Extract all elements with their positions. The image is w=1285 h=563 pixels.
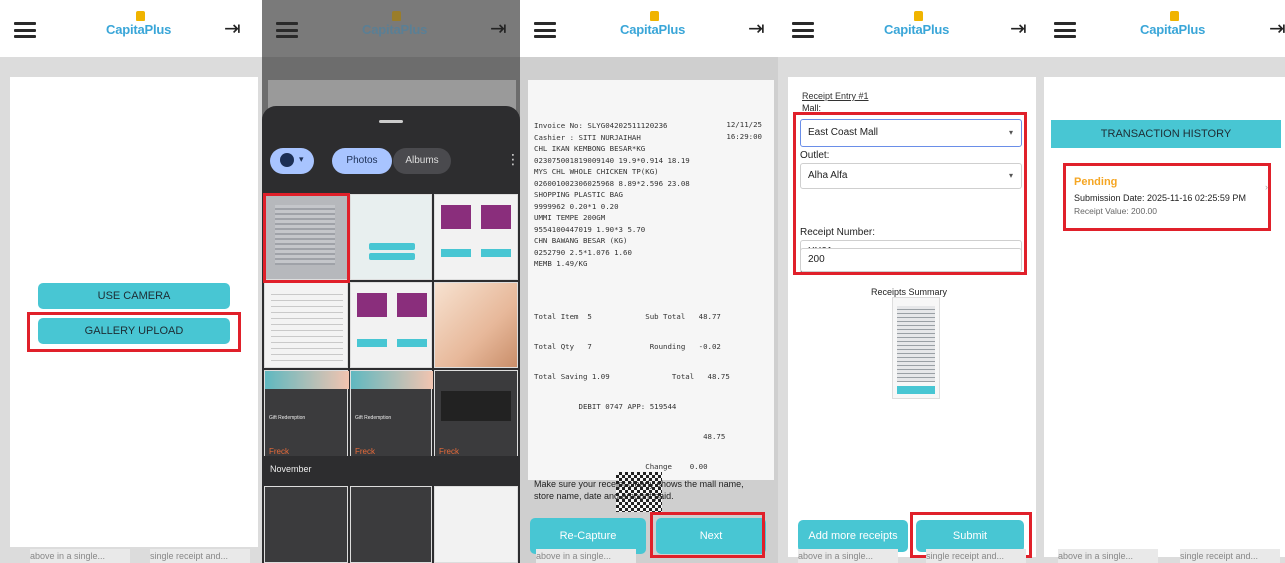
footer-text-left: above in a single... <box>798 549 898 563</box>
receipt-line-items: Invoice No: SLYG04202511120236 Cashier :… <box>534 121 690 268</box>
highlight-box <box>27 312 241 352</box>
menu-icon[interactable] <box>276 22 298 38</box>
transaction-history-screen: CapitaPlus ⇥ TRANSACTION HISTORY Pending… <box>1040 0 1285 563</box>
footer-text-left: above in a single... <box>536 549 636 563</box>
footer-text-right: single receipt and... <box>1180 549 1280 563</box>
footer-text-right: single receipt and... <box>926 549 1026 563</box>
history-card <box>1044 77 1285 557</box>
receipt-entry-screen: CapitaPlus ⇥ Receipt Entry #1 Mall: East… <box>778 0 1040 563</box>
logout-icon[interactable]: ⇥ <box>224 18 246 40</box>
tab-albums[interactable]: Albums <box>393 148 451 174</box>
account-selector[interactable]: ▾ <box>270 148 314 174</box>
app-screenshot-thumbnail[interactable] <box>350 194 432 280</box>
top-bar: CapitaPlus ⇥ <box>520 0 778 57</box>
logout-icon[interactable]: ⇥ <box>1269 18 1285 40</box>
brand-logo: CapitaPlus <box>362 11 427 37</box>
top-bar: CapitaPlus ⇥ <box>1040 0 1285 57</box>
drag-handle[interactable] <box>379 120 403 123</box>
menu-icon[interactable] <box>792 22 814 38</box>
highlight-box <box>263 193 350 283</box>
brand-logo: CapitaPlus <box>620 11 685 37</box>
top-bar: CapitaPlus ⇥ <box>262 0 520 57</box>
thumb-freck-label: Freck <box>269 447 289 456</box>
brand-logo: CapitaPlus <box>1140 11 1205 37</box>
vouchers-thumbnail[interactable] <box>434 194 518 280</box>
shopping-bag-icon <box>1170 11 1179 21</box>
logout-icon[interactable]: ⇥ <box>490 18 512 40</box>
shopping-bag-icon <box>914 11 923 21</box>
app-list-thumbnail[interactable]: Gift Redemption Freck <box>264 370 349 460</box>
footer-text-right: single receipt and... <box>150 549 250 563</box>
logout-icon[interactable]: ⇥ <box>1010 18 1032 40</box>
brand-logo: CapitaPlus <box>106 11 171 37</box>
receipt-preview-screen: CapitaPlus ⇥ 12/11/25 16:29:00 Invoice N… <box>520 0 778 563</box>
footer-text-left: above in a single... <box>30 549 130 563</box>
transaction-history-header: TRANSACTION HISTORY <box>1051 120 1281 148</box>
november-thumbnail[interactable] <box>264 486 348 563</box>
capture-hint: Make sure your receipt clearly shows the… <box>534 479 744 501</box>
thumb-gift-label: Gift Redemption <box>269 415 306 421</box>
tab-photos[interactable]: Photos <box>332 148 392 174</box>
receipt-summary-thumbnail[interactable] <box>892 297 940 399</box>
november-thumbnail-2[interactable] <box>350 486 432 563</box>
upload-screen: CapitaPlus ⇥ USE CAMERA GALLERY UPLOAD a… <box>0 0 262 563</box>
add-more-receipts-button[interactable]: Add more receipts <box>798 520 908 552</box>
receipt-totals: Total Item 5 Sub Total 48.77 Total Qty 7… <box>534 312 730 471</box>
use-camera-button[interactable]: USE CAMERA <box>38 283 230 309</box>
receipt-entry-title: Receipt Entry #1 <box>802 91 869 101</box>
top-bar: CapitaPlus ⇥ <box>0 0 262 57</box>
app-list-thumbnail-2[interactable]: Gift Redemption Freck <box>350 370 433 460</box>
top-bar: CapitaPlus ⇥ <box>778 0 1040 57</box>
receipts-summary-title: Receipts Summary <box>870 287 948 297</box>
receipt-image: 12/11/25 16:29:00 Invoice No: SLYG042025… <box>528 80 774 512</box>
more-icon[interactable]: ⋮ <box>506 152 520 166</box>
shopping-bag-icon <box>392 11 401 21</box>
menu-icon[interactable] <box>1054 22 1076 38</box>
logout-icon[interactable]: ⇥ <box>748 18 770 40</box>
chevron-down-icon: ▾ <box>299 154 304 164</box>
highlight-box <box>650 512 765 558</box>
picker-sheet: ▾ Photos Albums ⋮ Gift Redemption Freck … <box>262 106 520 563</box>
photo-picker-screen: CapitaPlus ⇥ ▾ Photos Albums ⋮ Gift Rede… <box>262 0 520 563</box>
menu-icon[interactable] <box>14 22 36 38</box>
month-header: November <box>262 456 520 484</box>
highlight-box <box>1063 163 1271 231</box>
vouchers-thumbnail-2[interactable] <box>350 282 432 368</box>
app-list-thumbnail-3[interactable]: Freck <box>434 370 518 460</box>
highlight-box <box>793 112 1027 275</box>
photo-thumbnail[interactable] <box>434 282 518 368</box>
shopping-bag-icon <box>650 11 659 21</box>
november-thumbnail-3[interactable] <box>434 486 518 563</box>
footer-text-left: above in a single... <box>1058 549 1158 563</box>
menu-icon[interactable] <box>534 22 556 38</box>
brand-logo: CapitaPlus <box>884 11 949 37</box>
account-icon <box>280 153 294 167</box>
shopping-bag-icon <box>136 11 145 21</box>
text-screenshot-thumbnail[interactable] <box>264 282 348 368</box>
